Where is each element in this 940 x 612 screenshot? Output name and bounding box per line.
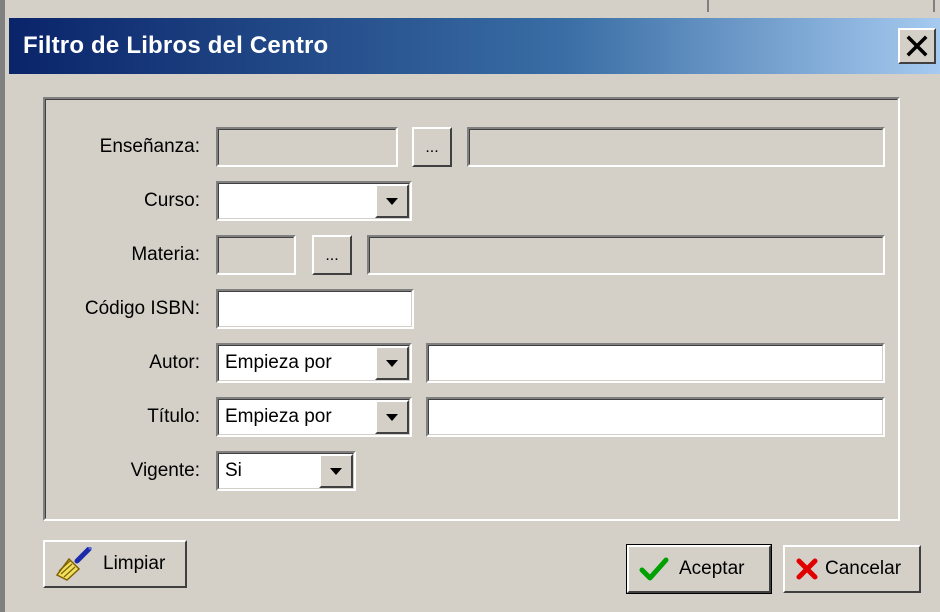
window-top-strip: [7, 0, 940, 12]
cancelar-label: Cancelar: [825, 558, 902, 579]
aceptar-label: Aceptar: [679, 558, 745, 579]
limpiar-button[interactable]: Limpiar: [43, 540, 187, 588]
curso-label: Curso:: [144, 190, 200, 211]
titulo-label: Título:: [147, 406, 200, 427]
close-icon: [906, 35, 928, 57]
autor-label: Autor:: [149, 352, 200, 373]
chevron-down-icon: [330, 467, 342, 475]
ensenanza-browse-button[interactable]: ...: [412, 127, 452, 167]
close-button[interactable]: [898, 28, 936, 64]
chevron-down-icon: [386, 197, 398, 205]
ensenanza-description-field: [467, 127, 885, 167]
curso-dropdown-button[interactable]: [375, 184, 409, 218]
materia-browse-button[interactable]: ...: [312, 235, 352, 275]
limpiar-label: Limpiar: [103, 553, 166, 574]
chevron-down-icon: [386, 359, 398, 367]
background-divider: [933, 0, 935, 12]
curso-select[interactable]: [216, 181, 412, 221]
ensenanza-label: Enseñanza:: [99, 136, 200, 157]
isbn-label: Código ISBN:: [84, 298, 200, 319]
titulo-mode-select[interactable]: Empieza por: [216, 397, 412, 437]
vigente-label: Vigente:: [130, 460, 200, 481]
materia-description-field: [367, 235, 885, 275]
isbn-input[interactable]: [216, 289, 414, 329]
check-icon: [639, 556, 669, 582]
vigente-dropdown-button[interactable]: [319, 454, 353, 488]
autor-mode-select[interactable]: Empieza por: [216, 343, 412, 383]
cancelar-button[interactable]: Cancelar: [783, 545, 921, 593]
titulo-mode-dropdown-button[interactable]: [375, 400, 409, 434]
vigente-select[interactable]: Si: [216, 451, 356, 491]
materia-code-field[interactable]: [216, 235, 296, 275]
aceptar-button[interactable]: Aceptar: [626, 544, 772, 594]
broom-icon: [55, 547, 93, 581]
window-title: Filtro de Libros del Centro: [23, 32, 329, 59]
ensenanza-code-field[interactable]: [216, 127, 398, 167]
materia-label: Materia:: [131, 244, 200, 265]
background-divider: [707, 0, 709, 12]
chevron-down-icon: [386, 413, 398, 421]
x-cancel-icon: [795, 557, 819, 581]
autor-input[interactable]: [426, 343, 885, 383]
title-bar[interactable]: Filtro de Libros del Centro: [9, 18, 940, 74]
autor-mode-dropdown-button[interactable]: [375, 346, 409, 380]
titulo-input[interactable]: [426, 397, 885, 437]
